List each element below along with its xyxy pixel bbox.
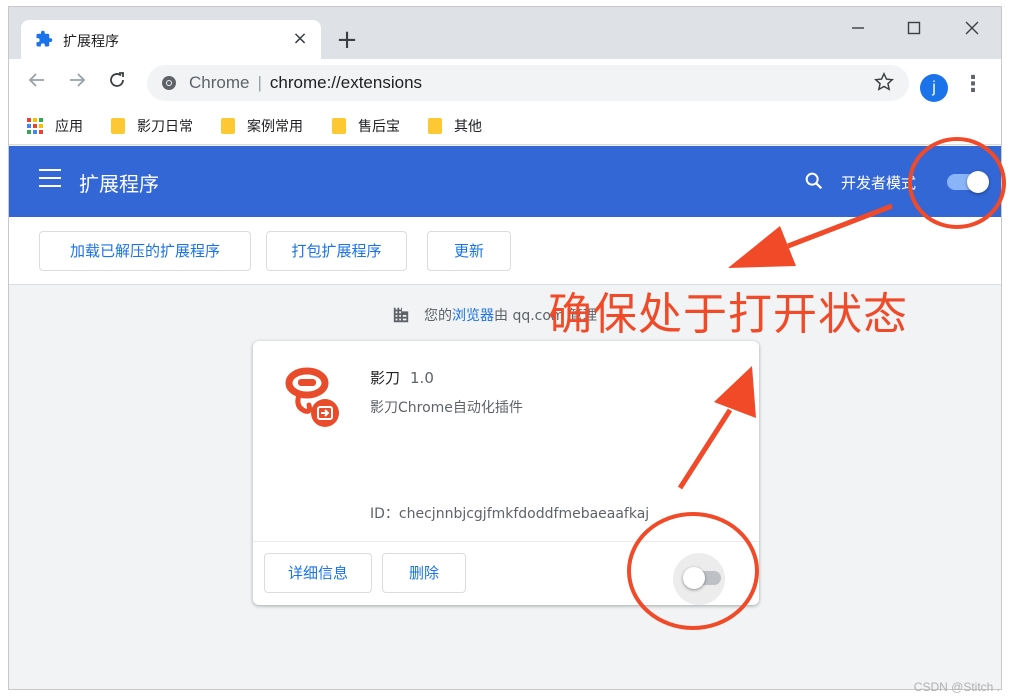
address-text: Chrome | chrome://extensions [189,73,422,93]
extension-id-value: checjnnbjcgjfmkfdoddfmebaeaafkaj [398,506,650,522]
forward-button[interactable] [63,69,91,97]
bookmark-label: 其他 [454,119,482,135]
toggle-knob [967,171,989,193]
minimize-icon [852,27,864,29]
close-icon [965,21,979,35]
maximize-button[interactable] [891,11,937,49]
extension-title: 影刀 [370,369,401,387]
search-icon[interactable] [803,170,825,192]
toolbar: Chrome | chrome://extensions j ⋮ [9,59,1001,107]
folder-icon [111,118,125,134]
toggle-knob [683,567,705,589]
extensions-header: 扩展程序 开发者模式 [9,146,1001,217]
tab-title: 扩展程序 [63,34,119,50]
update-button[interactable]: 更新 [427,231,511,271]
bookmark-folder[interactable]: 售后宝 [332,116,400,136]
bookmark-label: 售后宝 [358,119,400,135]
extension-description: 影刀Chrome自动化插件 [370,400,523,416]
bookmark-label: 案例常用 [247,119,303,135]
shadowbot-logo-icon [285,367,339,427]
building-icon [393,307,409,323]
managed-suffix: 由 qq.com 管理 [494,308,598,324]
details-button[interactable]: 详细信息 [264,553,372,593]
back-button[interactable] [23,69,51,97]
folder-icon [428,118,442,134]
extension-enable-toggle[interactable] [683,567,721,589]
folder-icon [332,118,346,134]
bookmark-star-icon[interactable] [873,71,895,93]
browser-window: 扩展程序 × + Chrome | chrome://extensions j … [8,6,1002,690]
address-bar[interactable]: Chrome | chrome://extensions [147,65,909,101]
address-site: Chrome [189,73,250,92]
developer-mode-toggle[interactable] [947,171,989,193]
new-tab-button[interactable]: + [331,25,363,57]
close-window-button[interactable] [949,11,995,49]
pack-extension-button[interactable]: 打包扩展程序 [266,231,407,271]
extension-id: ID：checjnnbjcgjfmkfdoddfmebaeaafkaj [370,503,649,523]
menu-kebab-icon[interactable]: ⋮ [961,71,985,99]
bookmark-label: 影刀日常 [137,119,193,135]
developer-mode-label: 开发者模式 [841,174,917,192]
arrow-left-icon [28,73,44,87]
puzzle-icon [36,30,53,47]
card-divider [253,541,759,542]
bookmark-folder[interactable]: 案例常用 [221,116,303,136]
load-unpacked-button[interactable]: 加载已解压的扩展程序 [39,231,251,271]
action-row: 加载已解压的扩展程序 打包扩展程序 更新 [9,217,1001,285]
managed-notice: 您的 浏览器由 qq.com 管理 [392,305,597,325]
extension-id-label: ID： [370,506,399,522]
address-url: chrome://extensions [269,73,423,92]
page-title: 扩展程序 [79,172,159,196]
bookmark-apps[interactable]: 应用 [27,116,83,136]
extension-version: 1.0 [410,369,434,387]
tab-extensions[interactable]: 扩展程序 × [21,20,321,60]
extension-name: 影刀 1.0 [370,367,434,388]
reload-button[interactable] [103,69,131,97]
folder-icon [221,118,235,134]
hamburger-menu-icon[interactable] [39,169,61,191]
arrow-right-icon [70,73,86,87]
apps-grid-icon [27,118,43,134]
managed-prefix: 您的 [424,308,452,324]
minimize-button[interactable] [835,11,881,49]
extension-card: 影刀 1.0 影刀Chrome自动化插件 ID：checjnnbjcgjfmkfd… [253,341,759,605]
bookmark-folder[interactable]: 其他 [428,116,482,136]
reload-icon [110,72,124,87]
tab-close-icon[interactable]: × [287,26,313,52]
remove-button[interactable]: 删除 [382,553,466,593]
maximize-icon [907,21,921,35]
chrome-icon [162,76,176,90]
tab-strip: 扩展程序 × + [9,7,1001,60]
bookmarks-bar: 应用 影刀日常 案例常用 售后宝 其他 [9,107,1001,145]
profile-avatar[interactable]: j [920,74,948,102]
extension-enable-toggle-ripple [673,553,725,605]
address-separator: | [257,73,262,92]
bookmark-label: 应用 [55,119,83,135]
bookmark-folder[interactable]: 影刀日常 [111,116,193,136]
browser-link[interactable]: 浏览器 [452,305,494,325]
